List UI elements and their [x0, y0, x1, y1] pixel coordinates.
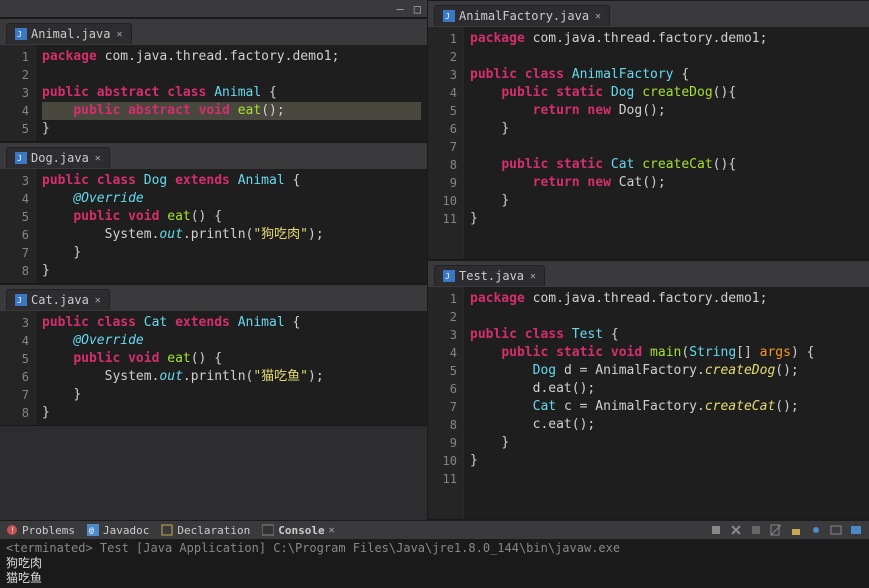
close-icon[interactable]: ✕	[329, 525, 335, 536]
window-controls: — □	[0, 0, 427, 18]
terminate-icon[interactable]	[749, 523, 763, 537]
gutter: 345678	[6, 169, 36, 283]
svg-text:!: !	[10, 526, 15, 535]
code-animal[interactable]: 12345 package com.java.thread.factory.de…	[0, 45, 427, 141]
console-toolbar	[709, 523, 863, 537]
tab-problems[interactable]: ! Problems	[6, 524, 75, 537]
tab-cat[interactable]: J Cat.java ✕	[6, 289, 110, 310]
editor-area: — □ J Animal.java ✕ 12345 package com.ja…	[0, 0, 869, 520]
editor-animal: J Animal.java ✕ 12345 package com.java.t…	[0, 18, 427, 142]
bottom-tab-bar: ! Problems @ Javadoc Declaration Console…	[0, 521, 869, 539]
tab-label: Cat.java	[31, 293, 89, 307]
javadoc-icon: @	[87, 524, 99, 536]
tab-javadoc[interactable]: @ Javadoc	[87, 524, 149, 537]
close-icon[interactable]: ✕	[95, 295, 101, 306]
svg-text:J: J	[17, 296, 22, 305]
code-factory[interactable]: 1234567891011 package com.java.thread.fa…	[428, 27, 869, 259]
svg-text:J: J	[445, 12, 450, 21]
terminated-line: <terminated> Test [Java Application] C:\…	[6, 541, 863, 556]
gutter: 1234567891011	[434, 287, 464, 519]
console-icon	[262, 524, 274, 536]
tab-label: Problems	[22, 524, 75, 537]
tab-test[interactable]: J Test.java ✕	[434, 265, 545, 286]
gutter: 345678	[6, 311, 36, 425]
clear-console-icon[interactable]	[769, 523, 783, 537]
pin-console-icon[interactable]	[809, 523, 823, 537]
svg-text:J: J	[445, 272, 450, 281]
maximize-button[interactable]: □	[414, 2, 421, 16]
right-column: J AnimalFactory.java ✕ 1234567891011 pac…	[428, 0, 869, 520]
tab-declaration[interactable]: Declaration	[161, 524, 250, 537]
remove-all-icon[interactable]	[729, 523, 743, 537]
java-file-icon: J	[15, 152, 27, 164]
editor-cat: J Cat.java ✕ 345678 public class Cat ext…	[0, 284, 427, 426]
tab-dog[interactable]: J Dog.java ✕	[6, 147, 110, 168]
console-output[interactable]: <terminated> Test [Java Application] C:\…	[0, 539, 869, 588]
java-file-icon: J	[443, 10, 455, 22]
minimize-button[interactable]: —	[397, 2, 404, 16]
close-icon[interactable]: ✕	[95, 153, 101, 164]
tab-bar-factory: J AnimalFactory.java ✕	[428, 1, 869, 27]
console-line: 猫吃鱼	[6, 571, 863, 586]
java-file-icon: J	[15, 28, 27, 40]
tab-label: Declaration	[177, 524, 250, 537]
code-dog[interactable]: 345678 public class Dog extends Animal {…	[0, 169, 427, 283]
close-icon[interactable]: ✕	[530, 271, 536, 282]
open-console-icon[interactable]	[849, 523, 863, 537]
tab-factory[interactable]: J AnimalFactory.java ✕	[434, 5, 610, 26]
left-column: — □ J Animal.java ✕ 12345 package com.ja…	[0, 0, 428, 520]
problems-icon: !	[6, 524, 18, 536]
svg-text:J: J	[17, 154, 22, 163]
gutter: 12345	[6, 45, 36, 141]
tab-bar-test: J Test.java ✕	[428, 261, 869, 287]
code-test[interactable]: 1234567891011 package com.java.thread.fa…	[428, 287, 869, 519]
editor-dog: J Dog.java ✕ 345678 public class Dog ext…	[0, 142, 427, 284]
tab-bar-dog: J Dog.java ✕	[0, 143, 427, 169]
gutter: 1234567891011	[434, 27, 464, 259]
editor-factory: J AnimalFactory.java ✕ 1234567891011 pac…	[428, 0, 869, 260]
code-cat[interactable]: 345678 public class Cat extends Animal {…	[0, 311, 427, 425]
tab-label: Javadoc	[103, 524, 149, 537]
scroll-lock-icon[interactable]	[789, 523, 803, 537]
declaration-icon	[161, 524, 173, 536]
tab-label: Test.java	[459, 269, 524, 283]
svg-text:@: @	[89, 526, 94, 535]
tab-animal[interactable]: J Animal.java ✕	[6, 23, 132, 44]
display-selected-icon[interactable]	[829, 523, 843, 537]
tab-console[interactable]: Console ✕	[262, 524, 334, 537]
close-icon[interactable]: ✕	[116, 29, 122, 40]
tab-bar-animal: J Animal.java ✕	[0, 19, 427, 45]
tab-bar-cat: J Cat.java ✕	[0, 285, 427, 311]
java-file-icon: J	[443, 270, 455, 282]
editor-test: J Test.java ✕ 1234567891011 package com.…	[428, 260, 869, 520]
svg-text:J: J	[17, 30, 22, 39]
bottom-panel: ! Problems @ Javadoc Declaration Console…	[0, 520, 869, 588]
tab-label: Animal.java	[31, 27, 110, 41]
tab-label: Console	[278, 524, 324, 537]
tab-label: Dog.java	[31, 151, 89, 165]
close-icon[interactable]: ✕	[595, 11, 601, 22]
console-line: 狗吃肉	[6, 556, 863, 571]
tab-label: AnimalFactory.java	[459, 9, 589, 23]
remove-launch-icon[interactable]	[709, 523, 723, 537]
java-file-icon: J	[15, 294, 27, 306]
